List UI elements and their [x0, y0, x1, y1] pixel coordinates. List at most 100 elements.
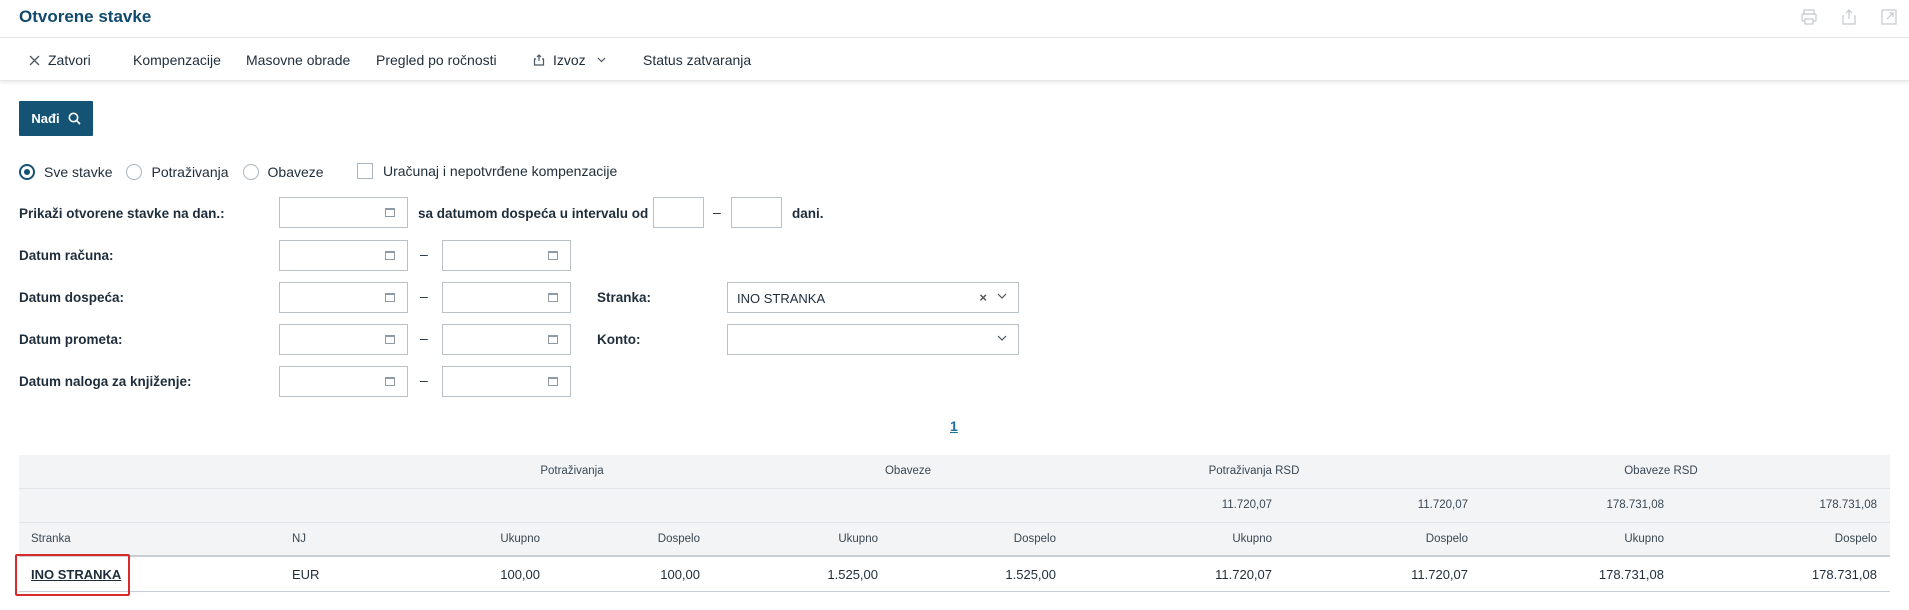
radio-liabilities-label: Obaveze: [267, 164, 324, 180]
interval-to-input[interactable]: [731, 197, 782, 228]
party-link[interactable]: INO STRANKA: [31, 567, 121, 582]
show-open-items-label: Prikaži otvorene stavke na dan.:: [19, 206, 225, 221]
calendar-icon: [548, 251, 558, 260]
table-row[interactable]: INO STRANKA EUR 100,00 100,00 1.525,00 1…: [15, 554, 1890, 596]
posting-date-to-input[interactable]: [442, 366, 571, 397]
closing-status-button[interactable]: Status zatvaranja: [643, 52, 751, 68]
close-label: Zatvori: [48, 52, 91, 68]
open-external-icon[interactable]: [1869, 6, 1909, 28]
close-icon: [29, 55, 40, 65]
clear-icon[interactable]: ×: [979, 290, 987, 305]
cell-rec-total: 100,00: [500, 567, 540, 582]
export-label: Izvoz: [553, 52, 586, 68]
radio-all-items[interactable]: [19, 164, 35, 180]
turnover-date-to-input[interactable]: [442, 324, 571, 355]
export-menu-button[interactable]: Izvoz: [533, 52, 606, 68]
page-title: Otvorene stavke: [19, 7, 152, 26]
due-date-label: Datum dospeća:: [19, 290, 125, 305]
col-party[interactable]: Stranka: [31, 533, 71, 545]
cell-liab-rsd-due: 178.731,08: [1811, 567, 1877, 582]
total-rec-rsd-due: 11.720,07: [1417, 499, 1468, 511]
toolbar: Zatvori Kompenzacije Masovne obrade Preg…: [0, 39, 1909, 81]
due-date-from-input[interactable]: [279, 282, 408, 313]
group-receivables: Potraživanja: [540, 465, 604, 477]
print-icon[interactable]: [1789, 6, 1829, 28]
party-select[interactable]: INO STRANKA ×: [727, 282, 1019, 313]
open-items-date-input[interactable]: [279, 197, 408, 228]
radio-liabilities[interactable]: [242, 164, 259, 180]
cell-rec-due: 100,00: [660, 567, 700, 582]
col-currency[interactable]: NJ: [292, 533, 306, 545]
maturity-overview-button[interactable]: Pregled po ročnosti: [376, 52, 497, 68]
cell-rec-rsd-total: 11.720,07: [1215, 567, 1272, 582]
cell-liab-due: 1.525,00: [1005, 567, 1056, 582]
total-rec-rsd: 11.720,07: [1221, 499, 1272, 511]
pagination-page-1[interactable]: 1: [950, 418, 958, 434]
group-liabilities: Obaveze: [884, 465, 932, 477]
col-liab-rsd-total[interactable]: Ukupno: [1484, 533, 1664, 545]
chevron-down-icon: [597, 57, 606, 63]
group-receivables-rsd: Potraživanja RSD: [1208, 465, 1300, 477]
unconfirmed-compensation-checkbox[interactable]: [357, 163, 373, 179]
col-rec-rsd-due[interactable]: Dospelo: [1288, 533, 1468, 545]
table-group-header: Potraživanja Obaveze Potraživanja RSD Ob…: [19, 455, 1890, 489]
posting-date-label: Datum naloga za knjiženje:: [19, 374, 192, 389]
unconfirmed-compensation-label: Uračunaj i nepotvrđene kompenzacije: [383, 163, 618, 179]
turnover-date-label: Datum prometa:: [19, 332, 123, 347]
due-date-to-input[interactable]: [442, 282, 571, 313]
account-select[interactable]: [727, 324, 1019, 355]
calendar-icon: [548, 293, 558, 302]
export-icon[interactable]: [1829, 6, 1869, 28]
interval-dash: –: [713, 204, 721, 220]
invoice-date-label: Datum računa:: [19, 248, 114, 263]
calendar-icon: [548, 377, 558, 386]
cell-liab-rsd-total: 178.731,08: [1598, 567, 1664, 582]
col-liab-total[interactable]: Ukupno: [698, 533, 878, 545]
group-liabilities-rsd: Obaveze RSD: [1624, 465, 1698, 477]
radio-receivables-label: Potraživanja: [151, 164, 229, 180]
find-label: Nađi: [31, 111, 60, 126]
find-button[interactable]: Nađi: [19, 101, 93, 136]
radio-all-items-label: Sve stavke: [44, 164, 113, 180]
close-button[interactable]: Zatvori: [29, 52, 91, 68]
turnover-date-from-input[interactable]: [279, 324, 408, 355]
col-liab-rsd-due[interactable]: Dospelo: [1697, 533, 1877, 545]
export-icon: [533, 54, 545, 66]
party-select-value: INO STRANKA: [737, 291, 826, 306]
col-rec-rsd-total[interactable]: Ukupno: [1092, 533, 1272, 545]
due-interval-label: sa datumom dospeća u intervalu od: [418, 206, 649, 221]
posting-date-from-input[interactable]: [279, 366, 408, 397]
title-bar: Otvorene stavke: [0, 0, 1909, 38]
chevron-down-icon: [997, 293, 1007, 299]
invoice-date-from-input[interactable]: [279, 240, 408, 271]
invoice-date-dash: –: [420, 246, 428, 262]
turnover-date-dash: –: [420, 330, 428, 346]
table-column-header: Stranka NJ Ukupno Dospelo Ukupno Dospelo…: [19, 523, 1890, 557]
cell-currency: EUR: [292, 567, 320, 582]
calendar-icon: [548, 335, 558, 344]
calendar-icon: [385, 377, 395, 386]
party-label: Stranka:: [597, 290, 652, 305]
col-rec-total[interactable]: Ukupno: [360, 533, 540, 545]
chevron-down-icon: [997, 335, 1007, 341]
calendar-icon: [385, 208, 395, 217]
top-actions: [1789, 6, 1909, 28]
total-liab-rsd-due: 178.731,08: [1819, 499, 1877, 511]
compensation-button[interactable]: Kompenzacije: [133, 52, 221, 68]
cell-liab-total: 1.525,00: [827, 567, 878, 582]
table-totals-row: 11.720,07 11.720,07 178.731,08 178.731,0…: [19, 489, 1890, 523]
calendar-icon: [385, 335, 395, 344]
search-icon: [68, 112, 81, 125]
invoice-date-to-input[interactable]: [442, 240, 571, 271]
account-label: Konto:: [597, 332, 641, 347]
radio-receivables[interactable]: [126, 164, 143, 180]
col-liab-due[interactable]: Dospelo: [876, 533, 1056, 545]
mass-processing-button[interactable]: Masovne obrade: [246, 52, 350, 68]
interval-from-input[interactable]: [653, 197, 704, 228]
item-type-radio-group: Sve stavke Potraživanja Obaveze: [19, 163, 338, 181]
cell-rec-rsd-due: 11.720,07: [1411, 567, 1468, 582]
due-date-dash: –: [420, 288, 428, 304]
col-rec-due[interactable]: Dospelo: [520, 533, 700, 545]
total-liab-rsd: 178.731,08: [1606, 499, 1664, 511]
posting-date-dash: –: [420, 372, 428, 388]
